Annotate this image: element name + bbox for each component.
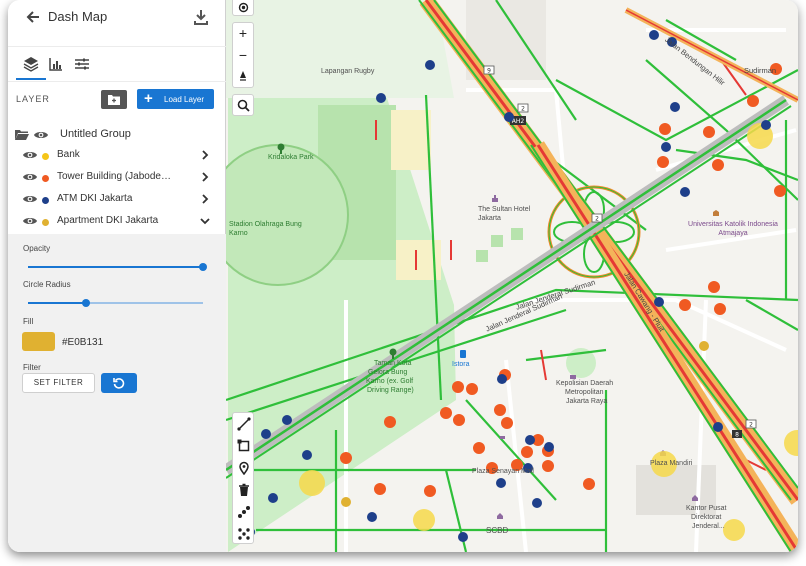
svg-text:2: 2: [749, 422, 753, 429]
eye-icon[interactable]: [23, 216, 37, 226]
zoom-controls: + −: [232, 22, 254, 88]
map-label: Plaza Senayan Mall: [472, 468, 534, 475]
svg-text:8: 8: [735, 432, 739, 439]
uncombine-features-icon[interactable]: [237, 527, 251, 541]
compass-button[interactable]: [233, 67, 253, 87]
layer-color-dot: [42, 153, 49, 160]
eye-icon[interactable]: [34, 130, 48, 140]
group-name: Untitled Group: [60, 128, 131, 140]
reset-filter-button[interactable]: [101, 373, 137, 393]
layer-color-dot: [42, 175, 49, 182]
layer-name: Apartment DKI Jakarta: [57, 215, 159, 226]
layer-color-dot: [42, 219, 49, 226]
chevron-right-icon[interactable]: [200, 171, 210, 183]
map-label: Lapangan Rugby: [321, 68, 375, 75]
map-label: Kepolisian Daerah: [556, 380, 614, 387]
search-control[interactable]: [232, 94, 254, 116]
active-tab-indicator: [16, 78, 46, 80]
map-label: Gelora Bung: [368, 369, 408, 376]
load-layer-button[interactable]: + Load Layer: [137, 89, 214, 109]
fill-label: Fill: [23, 317, 34, 326]
app-title: Dash Map: [48, 9, 108, 24]
filter-label: Filter: [23, 363, 41, 372]
refresh-icon: [113, 378, 125, 389]
map-label: Stadion Olahraga Bung Karno: [229, 221, 302, 237]
map-label: The Sultan Hotel Jakarta: [478, 206, 531, 222]
opacity-label: Opacity: [23, 244, 51, 253]
circle-radius-slider[interactable]: [28, 299, 203, 307]
opacity-slider-thumb[interactable]: [199, 263, 207, 271]
circle-radius-slider-thumb[interactable]: [81, 299, 90, 307]
search-icon: [237, 99, 250, 112]
folder-plus-icon: [108, 95, 120, 105]
fill-color-swatch[interactable]: [22, 332, 55, 351]
layer-group-row[interactable]: Untitled Group: [8, 126, 226, 146]
map-label: Driving Range): [367, 387, 414, 394]
set-filter-button[interactable]: SET FILTER: [22, 373, 95, 393]
layer-color-dot: [42, 197, 49, 204]
chevron-right-icon[interactable]: [200, 149, 210, 161]
chevron-right-icon[interactable]: [200, 193, 210, 205]
road-label: Sudirman: [744, 66, 777, 75]
layer-section-label: LAYER: [16, 94, 50, 104]
map-view[interactable]: 9 2 AH2 2 8 2 Lapangan Rugby Kridaloka P…: [226, 0, 798, 552]
plus-icon: +: [144, 90, 153, 107]
zoom-in-button[interactable]: +: [233, 23, 253, 43]
folder-open-icon: [15, 130, 29, 140]
layer-row-apartment[interactable]: Apartment DKI Jakarta: [8, 212, 226, 234]
trash-icon[interactable]: [237, 483, 251, 497]
layer-name: Bank: [57, 149, 80, 160]
draw-rectangle-icon[interactable]: [237, 439, 251, 453]
draw-marker-icon[interactable]: [237, 461, 251, 475]
layers-icon[interactable]: [23, 56, 39, 72]
layer-name: Tower Building (Jabode…: [57, 171, 171, 182]
map-label: Jakarta Raya: [566, 398, 608, 405]
download-icon[interactable]: [193, 8, 209, 26]
eye-icon[interactable]: [23, 150, 37, 160]
layer-settings-panel: Opacity Circle Radius Fill #E0B131 Filte…: [8, 234, 226, 552]
svg-text:AH2: AH2: [512, 118, 525, 125]
locate-icon: [238, 2, 249, 13]
opacity-slider[interactable]: [28, 263, 207, 271]
eye-icon[interactable]: [23, 172, 37, 182]
svg-text:9: 9: [487, 68, 491, 75]
new-folder-button[interactable]: [101, 90, 127, 109]
bar-chart-icon[interactable]: [48, 56, 64, 72]
combine-features-icon[interactable]: [237, 505, 251, 519]
draw-toolbar: [232, 412, 254, 544]
chevron-down-icon[interactable]: [200, 215, 210, 227]
eye-icon[interactable]: [23, 194, 37, 204]
map-label: Kridaloka Park: [268, 154, 314, 161]
map-label: Istora: [452, 361, 470, 368]
map-label: Plaza Mandiri: [650, 460, 693, 467]
circle-radius-label: Circle Radius: [23, 280, 71, 289]
layer-row-bank[interactable]: Bank: [8, 146, 226, 168]
map-label: Taman Kota: [374, 360, 412, 367]
locate-control[interactable]: [232, 0, 254, 16]
map-label: Kantor Pusat: [686, 505, 727, 512]
map-label: Universitas Katolik Indonesia Atmajaya: [688, 221, 778, 237]
svg-text:2: 2: [521, 106, 525, 113]
compass-icon: [240, 71, 246, 81]
draw-line-icon[interactable]: [237, 417, 251, 431]
fill-color-hex: #E0B131: [62, 337, 104, 348]
layer-name: ATM DKI Jakarta: [57, 193, 133, 204]
sliders-icon[interactable]: [74, 56, 90, 72]
tab-bar: [8, 46, 226, 82]
arrow-left-icon[interactable]: [24, 8, 42, 26]
map-label: Metropolitan: [565, 389, 604, 396]
svg-text:2: 2: [595, 216, 599, 223]
map-label: Karno (ex. Golf: [366, 378, 414, 385]
map-label: Jenderal...: [692, 523, 725, 530]
zoom-out-button[interactable]: −: [233, 45, 253, 65]
map-label: SCBD: [486, 526, 509, 535]
header: Dash Map: [8, 0, 226, 40]
layer-row-atm[interactable]: ATM DKI Jakarta: [8, 190, 226, 212]
app-window: Dash Map LAYER + Load Layer Untitled Gro…: [8, 0, 798, 552]
map-label: Direktorat: [691, 514, 722, 521]
sidebar: Dash Map LAYER + Load Layer Untitled Gro…: [8, 0, 226, 552]
layer-row-tower-building[interactable]: Tower Building (Jabode…: [8, 168, 226, 190]
